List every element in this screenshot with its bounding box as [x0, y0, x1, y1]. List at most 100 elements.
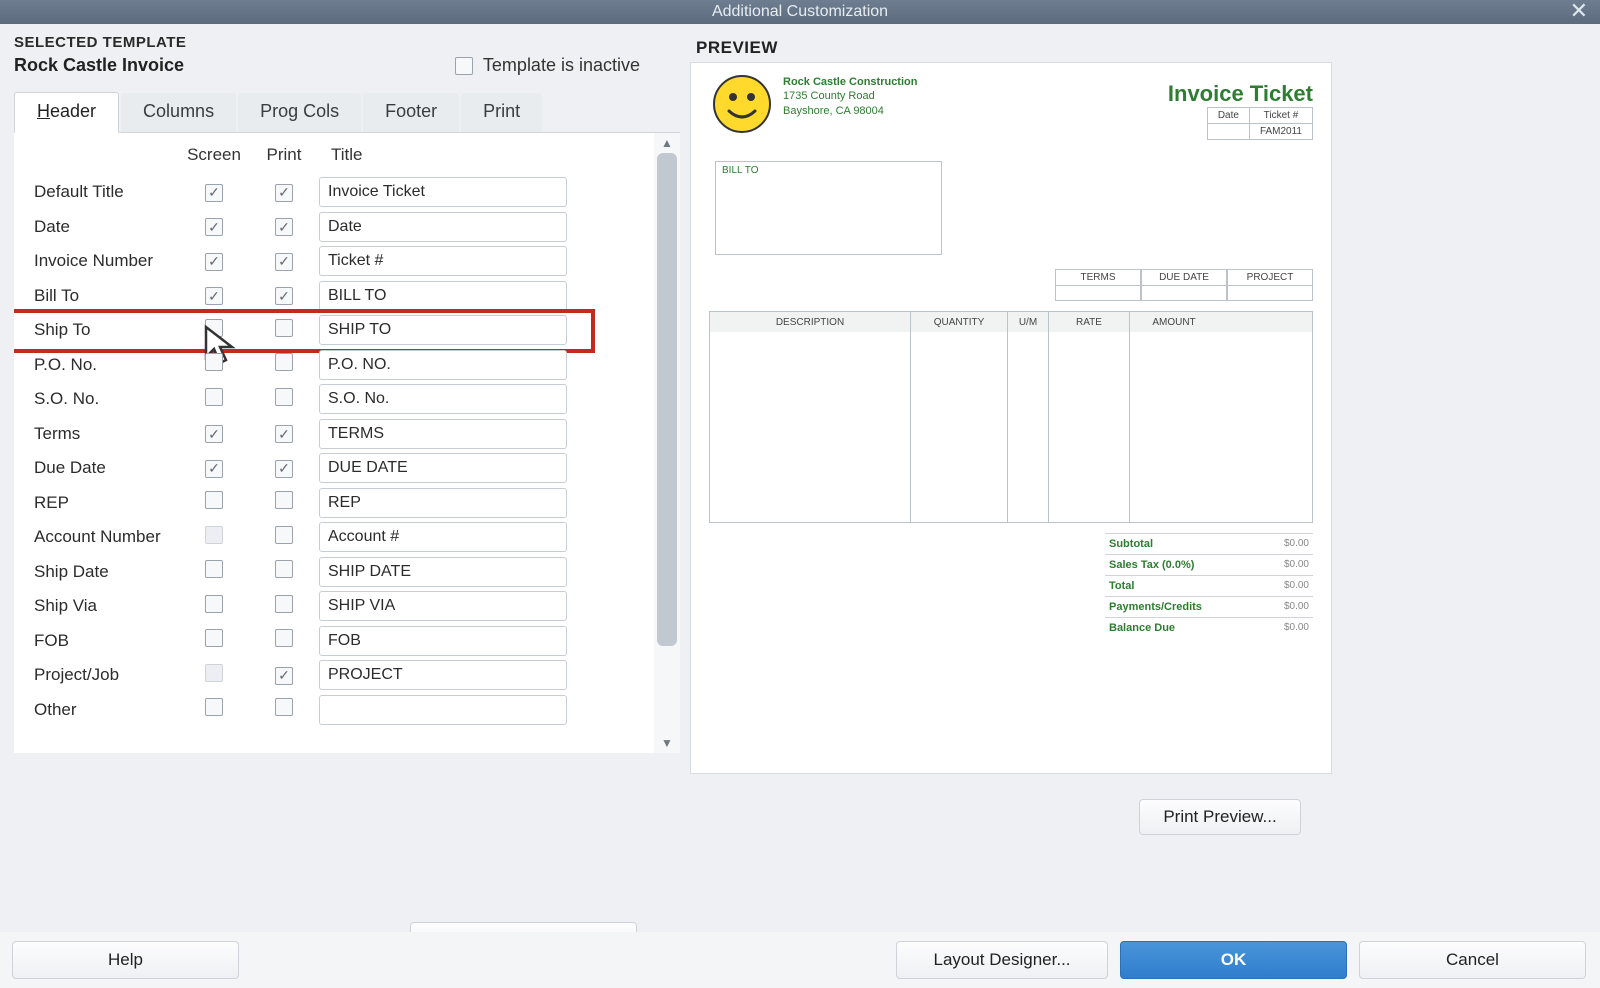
invoice-mini-table: DateTicket # FAM2011 [1207, 107, 1313, 140]
column-title-header: Title [319, 145, 650, 165]
field-row: Ship Via SHIP VIA [14, 589, 650, 624]
line-item-table: DESCRIPTIONQUANTITYU/MRATEAMOUNT [709, 311, 1313, 523]
col-body [1008, 332, 1049, 522]
field-row: Ship DateSHIP DATE [14, 555, 650, 590]
scroll-up-icon[interactable]: ▲ [654, 133, 680, 153]
screen-checkbox[interactable] [205, 595, 223, 613]
screen-checkbox[interactable]: ✓ [205, 218, 223, 236]
print-checkbox[interactable]: ✓ [275, 184, 293, 202]
print-checkbox[interactable] [275, 629, 293, 647]
title-input[interactable]: DUE DATE [319, 453, 567, 483]
col-header: QUANTITY [911, 312, 1008, 332]
tab-columns[interactable]: Columns [121, 93, 236, 132]
print-checkbox[interactable] [275, 595, 293, 613]
tab-print[interactable]: Print [461, 93, 542, 132]
terms-row: TERMSDUE DATEPROJECT [1055, 269, 1313, 301]
screen-checkbox[interactable]: ✓ [205, 425, 223, 443]
print-checkbox[interactable]: ✓ [275, 253, 293, 271]
print-checkbox[interactable]: ✓ [275, 218, 293, 236]
scroll-down-icon[interactable]: ▼ [654, 733, 680, 753]
tab-prog-cols[interactable]: Prog Cols [238, 93, 361, 132]
title-input[interactable]: TERMS [319, 419, 567, 449]
template-name: Rock Castle Invoice [14, 55, 184, 76]
print-checkbox[interactable]: ✓ [275, 667, 293, 685]
print-checkbox[interactable] [275, 319, 293, 337]
template-inactive-toggle[interactable]: Template is inactive [455, 55, 640, 76]
field-row: Date✓✓Date [14, 210, 650, 245]
field-label: Bill To [14, 286, 179, 306]
screen-checkbox[interactable] [205, 698, 223, 716]
company-addr1: 1735 County Road [783, 89, 917, 103]
print-preview-button[interactable]: Print Preview... [1139, 799, 1301, 835]
ok-button[interactable]: OK [1120, 941, 1347, 979]
total-row: Total$0.00 [1105, 575, 1313, 596]
selected-template-label: SELECTED TEMPLATE [14, 34, 680, 51]
screen-checkbox[interactable] [205, 629, 223, 647]
layout-designer-button[interactable]: Layout Designer... [896, 941, 1108, 979]
field-label: Account Number [14, 527, 179, 547]
field-row: Ship ToSHIP TO [14, 313, 650, 348]
screen-checkbox[interactable]: ✓ [205, 184, 223, 202]
screen-checkbox[interactable] [205, 319, 223, 337]
print-checkbox[interactable] [275, 560, 293, 578]
cancel-button[interactable]: Cancel [1359, 941, 1586, 979]
screen-checkbox[interactable]: ✓ [205, 287, 223, 305]
bill-to-box: BILL TO [715, 161, 942, 255]
title-input[interactable]: Account # [319, 522, 567, 552]
title-input[interactable]: SHIP DATE [319, 557, 567, 587]
title-input[interactable]: REP [319, 488, 567, 518]
screen-checkbox [205, 526, 223, 544]
title-input[interactable]: SHIP TO [319, 315, 567, 345]
invoice-title: Invoice Ticket [1168, 81, 1313, 107]
close-icon[interactable]: ✕ [1570, 0, 1588, 22]
checkbox-icon[interactable] [455, 57, 473, 75]
title-input[interactable]: FOB [319, 626, 567, 656]
field-row: Terms✓✓TERMS [14, 417, 650, 452]
title-input[interactable]: SHIP VIA [319, 591, 567, 621]
title-input[interactable]: Ticket # [319, 246, 567, 276]
title-input[interactable]: Date [319, 212, 567, 242]
screen-checkbox[interactable] [205, 388, 223, 406]
field-row: S.O. No.S.O. No. [14, 382, 650, 417]
screen-checkbox[interactable]: ✓ [205, 460, 223, 478]
title-input[interactable]: Invoice Ticket [319, 177, 567, 207]
preview-label: PREVIEW [696, 38, 1590, 58]
field-label: Default Title [14, 182, 179, 202]
grid-header-row: Screen Print Title [14, 145, 650, 175]
col-header: RATE [1049, 312, 1130, 332]
field-label: REP [14, 493, 179, 513]
print-checkbox[interactable]: ✓ [275, 460, 293, 478]
title-input[interactable]: PROJECT [319, 660, 567, 690]
print-checkbox[interactable]: ✓ [275, 287, 293, 305]
col-header: AMOUNT [1130, 312, 1218, 332]
mini-ticket-header: Ticket # [1249, 108, 1312, 124]
scrollbar[interactable]: ▲ ▼ [654, 133, 680, 753]
screen-checkbox[interactable]: ✓ [205, 253, 223, 271]
screen-checkbox[interactable] [205, 353, 223, 371]
tab-header[interactable]: Header [14, 92, 119, 133]
scroll-thumb[interactable] [657, 153, 677, 646]
title-input[interactable] [319, 695, 567, 725]
col-body [710, 332, 911, 522]
print-checkbox[interactable]: ✓ [275, 425, 293, 443]
company-addr2: Bayshore, CA 98004 [783, 104, 917, 118]
print-checkbox[interactable] [275, 388, 293, 406]
field-label: Ship Via [14, 596, 179, 616]
company-name: Rock Castle Construction [783, 75, 917, 89]
field-label: Project/Job [14, 665, 179, 685]
col-body [1130, 332, 1218, 522]
field-label: Invoice Number [14, 251, 179, 271]
invoice-preview: Rock Castle Construction 1735 County Roa… [690, 62, 1332, 774]
print-checkbox[interactable] [275, 526, 293, 544]
title-input[interactable]: BILL TO [319, 281, 567, 311]
print-checkbox[interactable] [275, 491, 293, 509]
screen-checkbox[interactable] [205, 560, 223, 578]
screen-checkbox[interactable] [205, 491, 223, 509]
print-checkbox[interactable] [275, 698, 293, 716]
help-button[interactable]: Help [12, 941, 239, 979]
print-checkbox[interactable] [275, 353, 293, 371]
title-input[interactable]: P.O. NO. [319, 350, 567, 380]
tab-footer[interactable]: Footer [363, 93, 459, 132]
title-input[interactable]: S.O. No. [319, 384, 567, 414]
scroll-track[interactable] [654, 153, 680, 733]
